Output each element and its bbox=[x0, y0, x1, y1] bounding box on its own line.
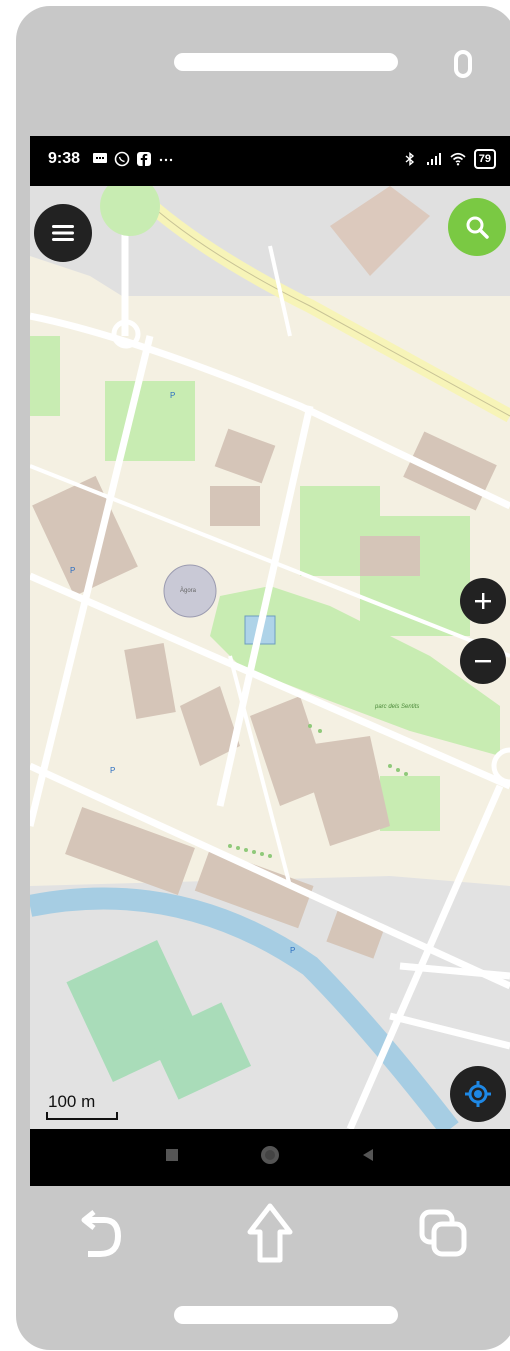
map-view[interactable]: Àgora parc dels Sentits P P P P 100 m bbox=[30, 186, 510, 1129]
device-hardware-keys bbox=[0, 1190, 510, 1280]
wifi-icon bbox=[450, 152, 466, 166]
plus-icon bbox=[475, 593, 491, 609]
zoom-in-button[interactable] bbox=[460, 578, 506, 624]
status-bar: 9:38 79 bbox=[30, 136, 510, 186]
back-arrow-icon[interactable] bbox=[80, 1202, 126, 1262]
my-location-icon bbox=[465, 1081, 491, 1107]
search-button[interactable] bbox=[448, 198, 506, 256]
minus-icon bbox=[475, 660, 491, 663]
back-triangle-icon[interactable] bbox=[360, 1147, 376, 1163]
home-circle-icon[interactable] bbox=[258, 1143, 282, 1167]
scale-bar bbox=[46, 1112, 118, 1120]
battery-indicator: 79 bbox=[473, 149, 496, 169]
zoom-out-button[interactable] bbox=[460, 638, 506, 684]
map-label-parking: P bbox=[70, 566, 76, 575]
status-time: 9:38 bbox=[48, 150, 81, 167]
signal-icon bbox=[426, 153, 441, 165]
scale-label: 100 m bbox=[48, 1092, 96, 1111]
my-location-button[interactable] bbox=[450, 1066, 506, 1122]
bottom-slot bbox=[174, 1306, 398, 1324]
notification-icons bbox=[92, 151, 174, 167]
more-dots-icon bbox=[159, 158, 173, 162]
map-label-parc: parc dels Sentits bbox=[375, 704, 420, 710]
system-icons: 79 bbox=[402, 149, 496, 169]
map-label-parking: P bbox=[110, 766, 116, 775]
message-icon bbox=[93, 153, 107, 163]
recents-square-icon[interactable] bbox=[164, 1147, 180, 1163]
map-scale: 100 m bbox=[42, 1092, 118, 1120]
overview-icon[interactable] bbox=[418, 1208, 470, 1260]
hamburger-menu-icon bbox=[52, 225, 74, 241]
map-tiles bbox=[30, 186, 510, 1129]
menu-button[interactable] bbox=[34, 204, 92, 262]
whatsapp-icon bbox=[114, 151, 130, 167]
phone-screen: 9:38 79 Àgora parc dels Sentits P P P P … bbox=[30, 136, 510, 1186]
map-label-parking: P bbox=[290, 946, 296, 955]
camera-icon bbox=[454, 50, 472, 78]
home-outline-icon[interactable] bbox=[246, 1202, 294, 1264]
map-label-agora: Àgora bbox=[180, 588, 197, 594]
facebook-icon bbox=[137, 152, 151, 166]
search-icon bbox=[466, 216, 489, 239]
speaker-slot bbox=[174, 53, 398, 71]
android-nav-bar bbox=[30, 1129, 510, 1186]
bluetooth-icon bbox=[405, 152, 414, 166]
map-label-parking: P bbox=[170, 391, 176, 400]
